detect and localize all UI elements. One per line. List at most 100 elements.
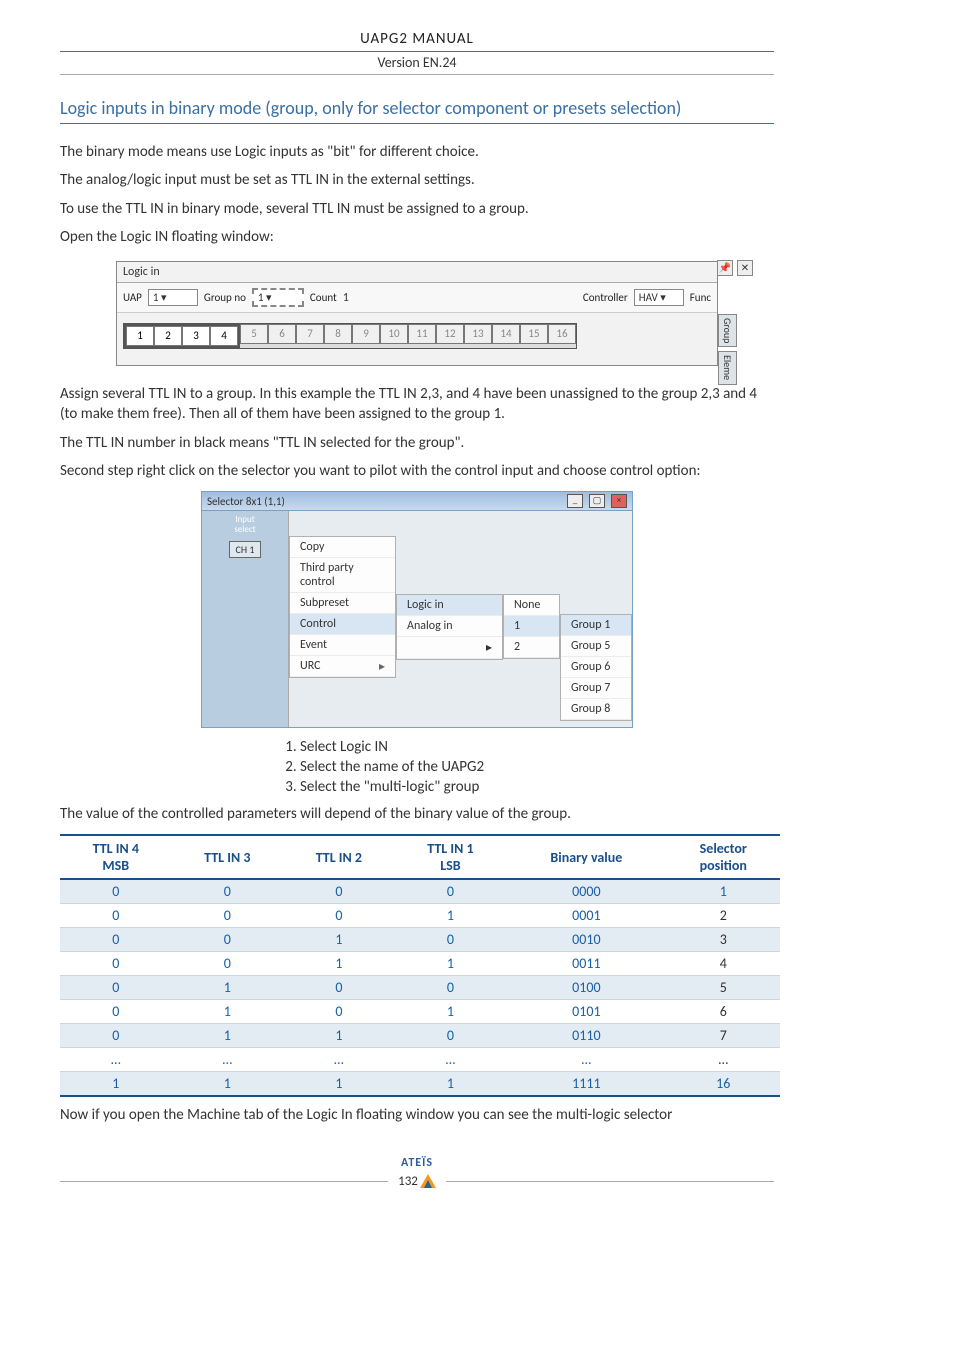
table-cell: 0 <box>60 976 172 1000</box>
menu-item[interactable]: Group 6 <box>561 657 631 678</box>
table-cell: … <box>60 1048 172 1072</box>
menu-item[interactable]: Group 7 <box>561 678 631 699</box>
footer-brand: ATEÏS <box>60 1156 774 1170</box>
page-number: 132 <box>398 1174 436 1189</box>
table-cell: 0 <box>395 928 507 952</box>
table-cell: 0 <box>172 928 284 952</box>
table-row: ……………… <box>60 1048 780 1072</box>
close-icon[interactable]: ✕ <box>737 260 753 276</box>
table-row: 001100114 <box>60 952 780 976</box>
list-item: Select the "multi-logic" group <box>300 778 774 796</box>
channel-2[interactable]: 2 <box>154 326 182 346</box>
menu-item-2[interactable]: 2 <box>504 637 559 658</box>
channel-13[interactable]: 13 <box>464 324 492 344</box>
body-text: The analog/logic input must be set as TT… <box>60 170 774 190</box>
menu-item[interactable]: Third party control <box>290 558 395 593</box>
menu-item-control[interactable]: Control <box>290 614 395 635</box>
table-cell: 0101 <box>506 1000 666 1024</box>
channel-16[interactable]: 16 <box>548 324 576 344</box>
body-text: Second step right click on the selector … <box>60 461 774 481</box>
menu-item-group1[interactable]: Group 1 <box>561 615 631 636</box>
menu-item-none[interactable]: None <box>504 595 559 616</box>
table-cell: 1 <box>172 1024 284 1048</box>
table-cell: 1 <box>283 1072 395 1097</box>
table-cell: 0100 <box>506 976 666 1000</box>
minimize-icon[interactable]: _ <box>567 494 583 508</box>
menu-item-urc[interactable]: URC <box>290 656 395 677</box>
channel-6[interactable]: 6 <box>268 324 296 344</box>
channel-4[interactable]: 4 <box>210 326 238 346</box>
table-row: 000100012 <box>60 904 780 928</box>
menu-item[interactable]: Event <box>290 635 395 656</box>
table-cell: 1 <box>283 1024 395 1048</box>
menu-item-1[interactable]: 1 <box>504 616 559 637</box>
body-text: The binary mode means use Logic inputs a… <box>60 142 774 162</box>
version-line: Version EN.24 <box>60 54 774 75</box>
table-cell: 0 <box>60 1024 172 1048</box>
channel-11[interactable]: 11 <box>408 324 436 344</box>
footer-rule <box>446 1181 774 1182</box>
footer-logo-icon <box>420 1174 436 1188</box>
footer-rule <box>60 1181 388 1182</box>
channel-15[interactable]: 15 <box>520 324 548 344</box>
table-cell: 1111 <box>506 1072 666 1097</box>
table-cell: 0 <box>395 1024 507 1048</box>
context-menu: Selector 8x1 (1,1) _ ▢ × Input select CH… <box>201 491 633 728</box>
section-heading: Logic inputs in binary mode (group, only… <box>60 97 774 124</box>
channel-box[interactable]: CH 1 <box>229 541 262 558</box>
table-cell: 1 <box>172 976 284 1000</box>
controller-select[interactable]: HAV ▾ <box>634 289 684 306</box>
channel-3[interactable]: 3 <box>182 326 210 346</box>
table-cell: 0 <box>283 976 395 1000</box>
table-cell: … <box>395 1048 507 1072</box>
col-header: TTL IN 4MSB <box>60 835 172 879</box>
channel-14[interactable]: 14 <box>492 324 520 344</box>
table-cell: 1 <box>395 1072 507 1097</box>
func-label: Func <box>690 291 711 304</box>
menu-col4: Group 1 Group 5 Group 6 Group 7 Group 8 <box>560 614 632 721</box>
table-cell: 0 <box>283 879 395 904</box>
menu-item[interactable]: Copy <box>290 537 395 558</box>
menu-item-logic-in[interactable]: Logic in <box>397 595 502 616</box>
pin-icon[interactable]: 📌 <box>717 260 733 276</box>
tab-group[interactable]: Group <box>718 314 737 347</box>
menu-item[interactable]: Group 8 <box>561 699 631 720</box>
menu-item[interactable]: Analog in <box>397 616 502 637</box>
table-cell: … <box>283 1048 395 1072</box>
table-cell: 0 <box>283 904 395 928</box>
table-cell: 0 <box>60 1000 172 1024</box>
channel-12[interactable]: 12 <box>436 324 464 344</box>
channel-7[interactable]: 7 <box>296 324 324 344</box>
table-cell: 0 <box>60 928 172 952</box>
table-row: 010101016 <box>60 1000 780 1024</box>
table-cell: 0 <box>60 904 172 928</box>
col-header: TTL IN 3 <box>172 835 284 879</box>
channel-row: 1 2 3 4 5 6 7 8 9 10 11 12 13 14 15 16 <box>123 323 577 349</box>
table-cell: 1 <box>172 1000 284 1024</box>
channel-1[interactable]: 1 <box>126 326 154 346</box>
channel-9[interactable]: 9 <box>352 324 380 344</box>
table-cell: 0110 <box>506 1024 666 1048</box>
maximize-icon[interactable]: ▢ <box>589 494 605 508</box>
uap-select[interactable]: 1 ▾ <box>148 289 198 306</box>
group-select[interactable]: 1 ▾ <box>252 288 304 307</box>
col-header: Binary value <box>506 835 666 879</box>
table-cell: 5 <box>667 976 780 1000</box>
table-cell: 0 <box>172 879 284 904</box>
table-cell: 2 <box>667 904 780 928</box>
count-value: 1 <box>343 291 349 305</box>
table-cell: 0000 <box>506 879 666 904</box>
channel-5[interactable]: 5 <box>240 324 268 344</box>
list-item: Select the name of the UAPG2 <box>300 758 774 776</box>
menu-item[interactable]: Subpreset <box>290 593 395 614</box>
menu-item-sub[interactable]: ▸ <box>397 637 502 659</box>
body-text: The value of the controlled parameters w… <box>60 804 774 824</box>
tab-eleme[interactable]: Eleme <box>718 351 737 384</box>
window-title: Logic in <box>117 262 717 283</box>
menu-item[interactable]: Group 5 <box>561 636 631 657</box>
table-cell: 3 <box>667 928 780 952</box>
channel-8[interactable]: 8 <box>324 324 352 344</box>
controller-label: Controller <box>583 291 628 304</box>
channel-10[interactable]: 10 <box>380 324 408 344</box>
close-icon[interactable]: × <box>611 494 627 508</box>
